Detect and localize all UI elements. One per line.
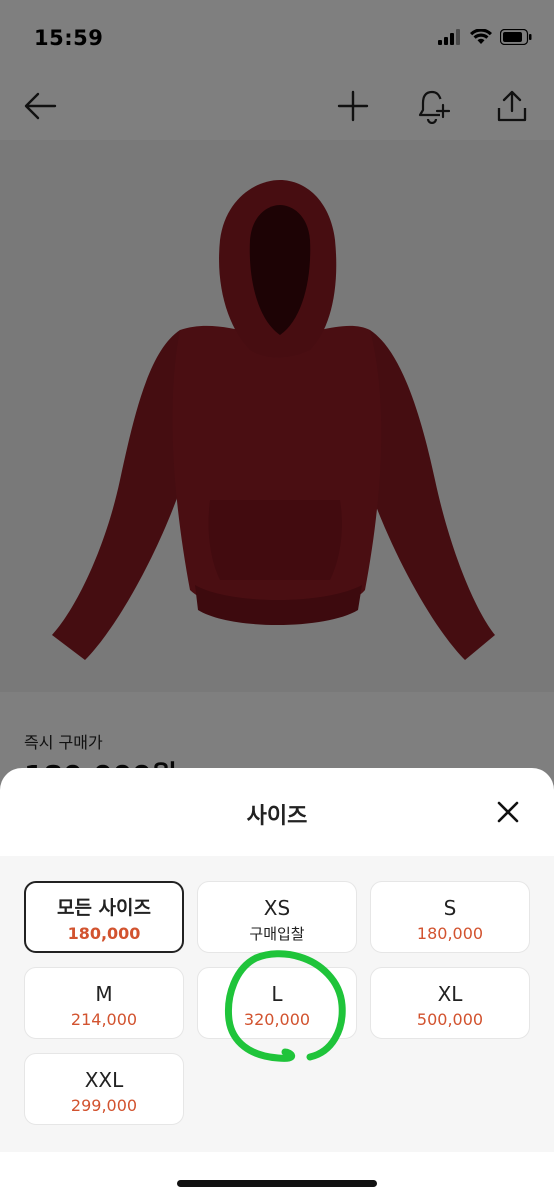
size-name: S [443, 896, 457, 920]
size-name: XL [437, 982, 463, 1006]
size-name: 모든 사이즈 [56, 897, 151, 919]
size-bottom-sheet: 사이즈 모든 사이즈 180,000 XS 구매입찰 S 180,000 M 2… [0, 768, 554, 1200]
size-option-m[interactable]: M 214,000 [24, 967, 184, 1039]
size-option-all[interactable]: 모든 사이즈 180,000 [24, 881, 184, 953]
size-price: 180,000 [67, 924, 141, 943]
size-price: 214,000 [70, 1010, 138, 1029]
size-option-xxl[interactable]: XXL 299,000 [24, 1053, 184, 1125]
size-option-xl[interactable]: XL 500,000 [370, 967, 530, 1039]
size-grid: 모든 사이즈 180,000 XS 구매입찰 S 180,000 M 214,0… [0, 856, 554, 1152]
size-price: 320,000 [243, 1010, 311, 1029]
size-price: 180,000 [416, 924, 484, 943]
size-name: L [271, 982, 283, 1006]
size-price: 구매입찰 [249, 925, 305, 943]
size-name: XS [263, 896, 291, 920]
sheet-title: 사이즈 [246, 804, 308, 829]
size-name: XXL [84, 1068, 124, 1092]
size-option-xs[interactable]: XS 구매입찰 [197, 881, 357, 953]
size-price: 500,000 [416, 1010, 484, 1029]
size-name: M [95, 982, 113, 1006]
size-option-l[interactable]: L 320,000 [197, 967, 357, 1039]
size-option-s[interactable]: S 180,000 [370, 881, 530, 953]
sheet-header: 사이즈 [0, 768, 554, 856]
close-icon[interactable] [492, 796, 524, 828]
home-indicator[interactable] [177, 1180, 377, 1187]
size-price: 299,000 [70, 1096, 138, 1115]
